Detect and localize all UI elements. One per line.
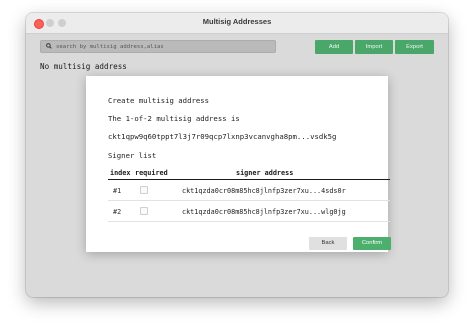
column-header-index: index — [110, 169, 131, 177]
table-row: #1 ckt1qzda0cr08m85hc8jlnfp3zer7xu...4sd… — [108, 181, 390, 201]
window-title: Multisig Addresses — [202, 17, 272, 26]
signer-index: #1 — [113, 187, 122, 195]
create-multisig-dialog: Create multisig address The 1-of-2 multi… — [86, 76, 391, 252]
title-bar[interactable]: Multisig Addresses — [26, 13, 448, 34]
back-button[interactable]: Back — [309, 237, 347, 250]
signer-list-title: Signer list — [108, 151, 157, 160]
signer-address: ckt1qzda0cr08m85hc8jlnfp3zer7xu...wlg0jg — [182, 208, 346, 216]
row-divider — [108, 200, 390, 201]
app-window: Multisig Addresses Add Import Export No … — [26, 13, 448, 297]
required-checkbox[interactable] — [140, 207, 148, 215]
signer-address: ckt1qzda0cr08m85hc8jlnfp3zer7xu...4sds0r — [182, 187, 346, 195]
multisig-address: ckt1qpw9q60tppt7l3j7r09qcp7lxnp3vcanvgha… — [108, 132, 337, 141]
dialog-title: Create multisig address — [108, 96, 210, 105]
row-divider — [108, 221, 390, 222]
table-row: #2 ckt1qzda0cr08m85hc8jlnfp3zer7xu...wlg… — [108, 202, 390, 222]
confirm-button[interactable]: Confirm — [353, 237, 391, 250]
column-header-signer-address: signer address — [236, 169, 294, 177]
multisig-policy-text: The 1-of-2 multisig address is — [108, 114, 240, 123]
column-header-required: required — [135, 169, 168, 177]
signer-index: #2 — [113, 208, 122, 216]
required-checkbox[interactable] — [140, 186, 148, 194]
table-header-divider — [108, 179, 390, 180]
